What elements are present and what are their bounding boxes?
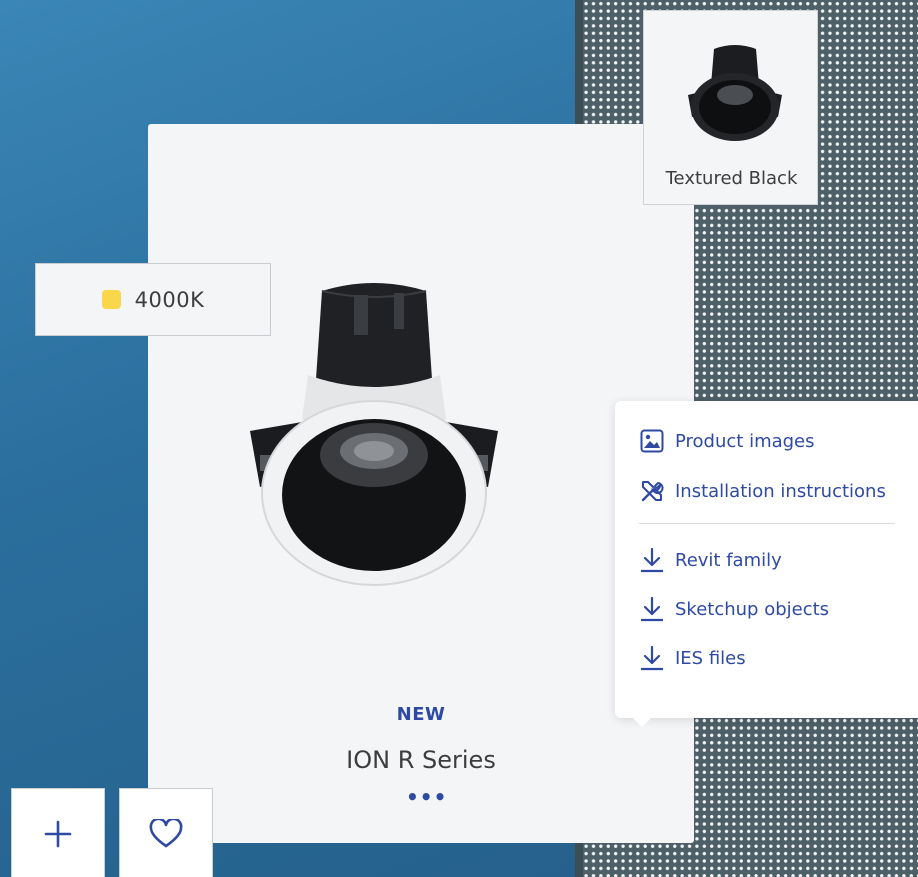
- menu-item-ies-files[interactable]: IES files: [639, 643, 746, 673]
- plus-icon: [44, 820, 72, 848]
- more-options-button[interactable]: •••: [406, 787, 446, 807]
- finish-label: Textured Black: [665, 168, 798, 189]
- finish-thumbnail: [688, 45, 782, 141]
- color-temperature-label: 4000K: [134, 287, 205, 312]
- menu-item-label: Sketchup objects: [675, 598, 830, 620]
- product-image: [250, 283, 498, 586]
- menu-item-product-images[interactable]: Product images: [639, 426, 815, 456]
- favorite-button[interactable]: [119, 788, 213, 877]
- menu-item-sketchup-objects[interactable]: Sketchup objects: [639, 594, 829, 624]
- menu-item-label: Revit family: [675, 549, 782, 571]
- download-icon: [641, 547, 663, 573]
- menu-item-label: Product images: [675, 430, 815, 452]
- heart-icon: [149, 819, 183, 848]
- product-card[interactable]: NEW ION R Series •••: [148, 124, 694, 843]
- menu-item-revit-family[interactable]: Revit family: [639, 545, 782, 575]
- product-title[interactable]: ION R Series: [148, 746, 694, 774]
- tools-icon: [641, 481, 664, 502]
- download-icon: [641, 645, 663, 671]
- resources-menu: Product images Installation instructions…: [615, 401, 918, 727]
- download-icon: [641, 596, 663, 622]
- menu-item-label: Installation instructions: [675, 480, 886, 502]
- menu-divider: [639, 523, 895, 524]
- color-swatch-icon: [101, 290, 121, 309]
- add-button[interactable]: [11, 788, 105, 877]
- menu-item-installation-instructions[interactable]: Installation instructions: [639, 476, 886, 506]
- new-badge: NEW: [396, 704, 446, 725]
- image-icon: [640, 429, 664, 453]
- finish-swatch-card[interactable]: Textured Black: [643, 10, 818, 205]
- menu-item-label: IES files: [675, 647, 746, 669]
- color-temperature-chip[interactable]: 4000K: [35, 263, 271, 336]
